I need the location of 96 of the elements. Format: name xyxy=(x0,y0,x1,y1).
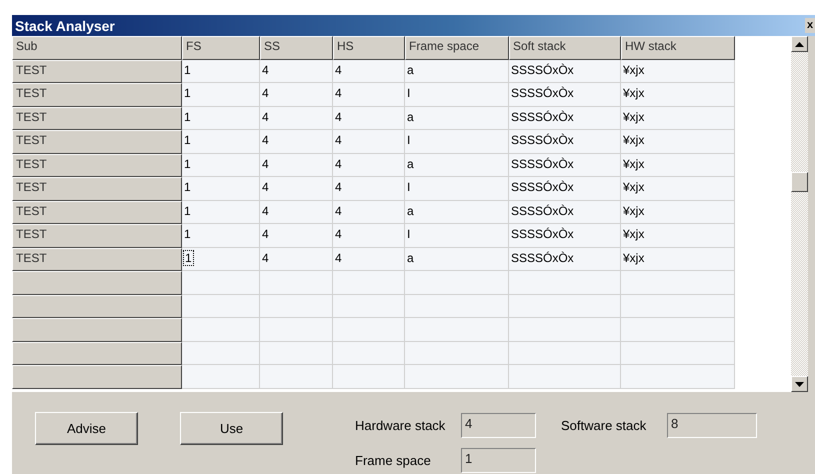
table-cell: ¥xjx xyxy=(621,130,735,154)
row-header[interactable]: TEST xyxy=(12,248,182,271)
table-cell: 4 xyxy=(260,106,333,130)
table-cell: SSSSÓxÒx xyxy=(509,154,621,177)
column-header[interactable]: Frame space xyxy=(405,36,509,60)
table-cell: 1 xyxy=(182,60,260,83)
number-field[interactable]: 8 xyxy=(667,413,757,438)
table-cell: 4 xyxy=(260,130,333,154)
up-arrow-icon[interactable] xyxy=(795,42,804,46)
scroll-down-button[interactable] xyxy=(791,376,808,392)
table-cell: ¥xjx xyxy=(621,200,735,224)
table-cell: 4 xyxy=(260,60,333,83)
table-cell: I xyxy=(405,130,509,154)
table-cell: 1 xyxy=(182,154,260,177)
table-cell: SSSSÓxÒx xyxy=(509,177,621,200)
table-cell: 4 xyxy=(260,224,333,248)
table-cell: 4 xyxy=(260,154,333,177)
table-cell xyxy=(333,318,405,342)
row-header[interactable]: TEST xyxy=(12,154,182,177)
row-header[interactable]: TEST xyxy=(12,224,182,248)
number-field[interactable]: 1 xyxy=(461,448,536,473)
row-header[interactable] xyxy=(12,294,182,318)
row-header[interactable]: TEST xyxy=(12,83,182,106)
table-cell: ¥xjx xyxy=(621,154,735,177)
table-cell: 4 xyxy=(333,83,405,106)
table-cell xyxy=(333,294,405,318)
window-title: Stack Analyser xyxy=(14,18,115,34)
table-cell: ¥xjx xyxy=(621,83,735,106)
table-cell: 1 xyxy=(182,130,260,154)
advise-button[interactable]: Advise xyxy=(35,412,138,445)
table-cell: ¥xjx xyxy=(621,248,735,271)
table-cell: a xyxy=(405,106,509,130)
field-label: Frame space xyxy=(355,453,432,468)
table-cell: 4 xyxy=(333,224,405,248)
table-cell: 4 xyxy=(333,177,405,200)
scroll-up-button[interactable] xyxy=(791,36,808,52)
table-cell: ¥xjx xyxy=(621,106,735,130)
table-cell: 4 xyxy=(333,130,405,154)
table-cell: 4 xyxy=(260,248,333,271)
table-cell: I xyxy=(405,83,509,106)
table-cell: 4 xyxy=(333,60,405,83)
row-header[interactable] xyxy=(12,342,182,365)
scroll-thumb[interactable] xyxy=(791,172,808,192)
close-button[interactable]: x xyxy=(805,18,815,33)
table-cell: ¥xjx xyxy=(621,60,735,83)
table-cell: 4 xyxy=(333,200,405,224)
row-header[interactable]: TEST xyxy=(12,177,182,200)
table-cell: 4 xyxy=(333,154,405,177)
row-header[interactable]: TEST xyxy=(12,200,182,224)
table-cell: a xyxy=(405,60,509,83)
table-cell: a xyxy=(405,154,509,177)
column-header[interactable]: Soft stack xyxy=(509,36,621,60)
table-cell: ¥xjx xyxy=(621,224,735,248)
column-header[interactable]: HW stack xyxy=(621,36,735,60)
table-cell: a xyxy=(405,248,509,271)
table-cell: SSSSÓxÒx xyxy=(509,83,621,106)
table-cell: SSSSÓxÒx xyxy=(509,130,621,154)
table-cell: 4 xyxy=(260,200,333,224)
column-header[interactable]: HS xyxy=(333,36,405,60)
down-arrow-icon[interactable] xyxy=(795,382,804,386)
table-cell: 4 xyxy=(333,106,405,130)
table-cell: 1 xyxy=(182,106,260,130)
table-cell: 1 xyxy=(182,224,260,248)
table-cell: SSSSÓxÒx xyxy=(509,248,621,271)
row-header[interactable]: TEST xyxy=(12,60,182,83)
table-cell: SSSSÓxÒx xyxy=(509,224,621,248)
table-cell: SSSSÓxÒx xyxy=(509,60,621,83)
table-cell[interactable]: 1 xyxy=(184,250,193,264)
field-label: Hardware stack xyxy=(355,418,446,433)
table-cell xyxy=(333,342,405,365)
column-header[interactable]: SS xyxy=(260,36,333,60)
row-header[interactable]: TEST xyxy=(12,106,182,130)
table-cell: a xyxy=(405,200,509,224)
table-cell: I xyxy=(405,224,509,248)
scrollbar[interactable] xyxy=(791,36,808,392)
table-cell xyxy=(333,271,405,294)
table-cell xyxy=(333,365,405,388)
field-label: Software stack xyxy=(561,418,648,433)
table-cell: I xyxy=(405,177,509,200)
table-cell: 1 xyxy=(182,177,260,200)
table-cell: 4 xyxy=(260,177,333,200)
row-header[interactable]: TEST xyxy=(12,130,182,154)
table-cell: ¥xjx xyxy=(621,177,735,200)
table-cell: 1 xyxy=(182,200,260,224)
row-header[interactable] xyxy=(12,318,182,342)
table-cell: 4 xyxy=(260,83,333,106)
column-header[interactable]: Sub xyxy=(12,36,182,60)
table-cell: 1 xyxy=(182,83,260,106)
table-cell: 4 xyxy=(333,248,405,271)
number-field[interactable]: 4 xyxy=(461,413,536,438)
use-button[interactable]: Use xyxy=(180,412,283,445)
row-header[interactable] xyxy=(12,365,182,388)
column-header[interactable]: FS xyxy=(182,36,260,60)
row-header[interactable] xyxy=(12,271,182,294)
table-cell: SSSSÓxÒx xyxy=(509,106,621,130)
table-cell: SSSSÓxÒx xyxy=(509,200,621,224)
